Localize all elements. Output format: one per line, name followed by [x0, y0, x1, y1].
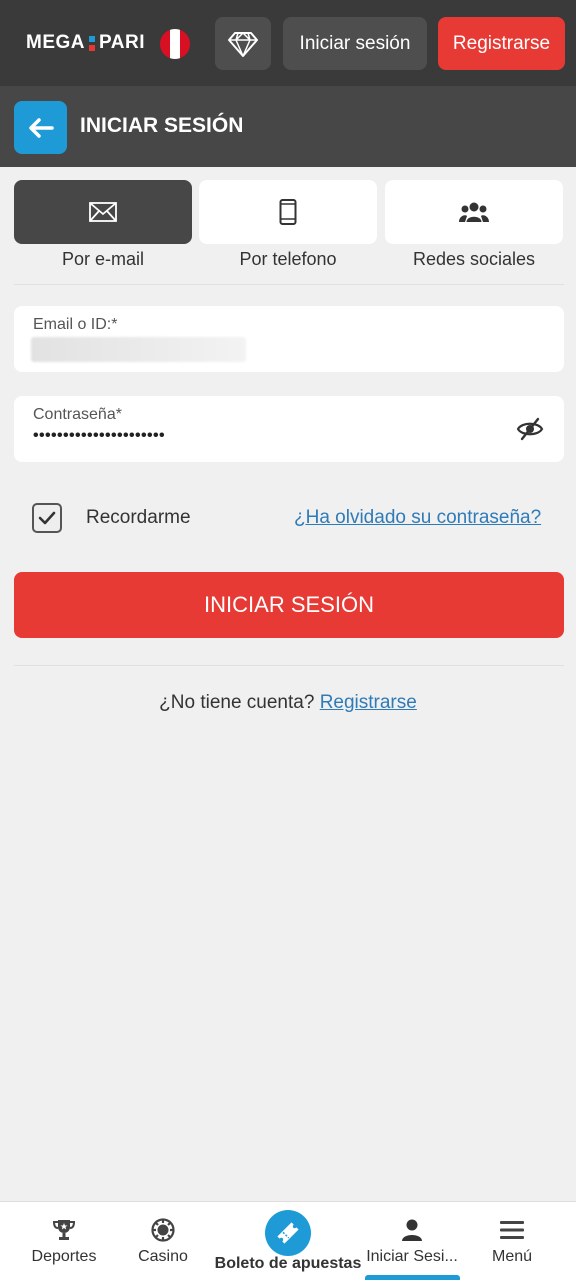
login-submit-button[interactable]: INICIAR SESIÓN	[14, 572, 564, 638]
tab-email-label[interactable]: Por e-mail	[14, 249, 192, 270]
nav-bet-slip[interactable]	[265, 1210, 311, 1256]
login-button-header[interactable]: Iniciar sesión	[283, 17, 427, 70]
tab-phone[interactable]	[199, 180, 377, 244]
envelope-icon	[89, 202, 117, 222]
email-field[interactable]: Email o ID:*	[14, 306, 564, 372]
remember-label[interactable]: Recordarme	[86, 507, 191, 529]
peru-flag-icon[interactable]	[160, 29, 190, 59]
nav-login[interactable]: Iniciar Sesi...	[362, 1202, 462, 1280]
casino-chip-icon	[151, 1218, 175, 1242]
password-value: ••••••••••••••••••••••	[33, 427, 166, 444]
ticket-icon	[277, 1222, 299, 1244]
register-button-header[interactable]: Registrarse	[438, 17, 565, 70]
nav-menu[interactable]: Menú	[472, 1202, 552, 1280]
arrow-left-icon	[28, 117, 54, 138]
top-bar: MEGA PARI Iniciar sesión Registrarse	[0, 0, 576, 86]
password-field[interactable]: Contraseña* ••••••••••••••••••••••	[14, 396, 564, 462]
remember-checkbox[interactable]	[32, 503, 62, 533]
forgot-password-link[interactable]: ¿Ha olvidado su contraseña?	[294, 507, 541, 529]
megapari-logo[interactable]: MEGA PARI	[26, 28, 145, 58]
trophy-icon	[52, 1220, 76, 1240]
signup-prompt-text: ¿No tiene cuenta?	[159, 692, 315, 713]
signup-prompt: ¿No tiene cuenta? Registrarse	[0, 692, 576, 714]
tab-phone-label[interactable]: Por telefono	[199, 249, 377, 270]
email-label: Email o ID:*	[33, 316, 118, 333]
active-tab-indicator	[365, 1275, 460, 1280]
page-title: INICIAR SESIÓN	[80, 114, 244, 137]
user-icon	[402, 1219, 422, 1241]
phone-icon	[279, 199, 297, 225]
divider	[14, 284, 564, 285]
logo-text-right: PARI	[99, 32, 145, 53]
diamond-icon	[228, 31, 258, 57]
title-bar: INICIAR SESIÓN	[0, 86, 576, 167]
bottom-navigation: Deportes Casino Boleto de apuestas Inici…	[0, 1201, 576, 1280]
people-icon	[459, 202, 489, 222]
back-button[interactable]	[14, 101, 67, 154]
tab-email[interactable]	[14, 180, 192, 244]
logo-separator	[88, 34, 96, 52]
eye-hidden-icon[interactable]	[516, 417, 544, 441]
vip-button[interactable]	[215, 17, 271, 70]
password-label: Contraseña*	[33, 406, 122, 423]
divider	[14, 665, 564, 666]
nav-login-label: Iniciar Sesi...	[366, 1248, 458, 1265]
logo-text-left: MEGA	[26, 32, 85, 53]
menu-icon	[500, 1221, 524, 1239]
nav-menu-label: Menú	[491, 1248, 533, 1265]
tab-social-label[interactable]: Redes sociales	[385, 249, 563, 270]
signup-link[interactable]: Registrarse	[320, 692, 417, 713]
check-icon	[38, 511, 56, 525]
tab-social[interactable]	[385, 180, 563, 244]
email-value-redacted	[31, 337, 246, 362]
